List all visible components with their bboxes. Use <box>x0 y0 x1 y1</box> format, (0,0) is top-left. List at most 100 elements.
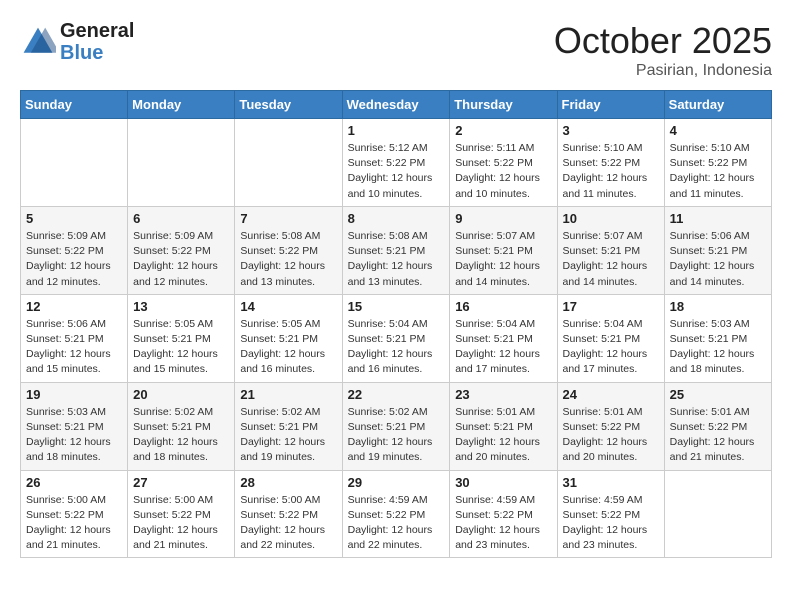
day-number: 4 <box>670 123 766 138</box>
calendar-cell: 22Sunrise: 5:02 AMSunset: 5:21 PMDayligh… <box>342 382 450 470</box>
calendar-cell: 5 Sunrise: 5:09 AMSunset: 5:22 PMDaylight… <box>21 206 128 294</box>
day-number: 13 <box>133 299 229 314</box>
day-number: 24 <box>563 387 659 402</box>
day-info: Sunrise: 5:04 AMSunset: 5:21 PMDaylight:… <box>455 317 551 378</box>
day-header-wednesday: Wednesday <box>342 91 450 119</box>
day-info: Sunrise: 5:10 AMSunset: 5:22 PMDaylight:… <box>563 141 659 202</box>
calendar-cell <box>128 119 235 207</box>
calendar-cell: 16 Sunrise: 5:04 AMSunset: 5:21 PMDayligh… <box>450 294 557 382</box>
day-number: 27 <box>133 475 229 490</box>
calendar-cell: 17Sunrise: 5:04 AMSunset: 5:21 PMDayligh… <box>557 294 664 382</box>
calendar-week-2: 5 Sunrise: 5:09 AMSunset: 5:22 PMDaylight… <box>21 206 772 294</box>
day-number: 1 <box>348 123 445 138</box>
day-info: Sunrise: 4:59 AMSunset: 5:22 PMDaylight:… <box>563 493 659 554</box>
calendar-cell: 27Sunrise: 5:00 AMSunset: 5:22 PMDayligh… <box>128 470 235 558</box>
calendar-cell: 12 Sunrise: 5:06 AMSunset: 5:21 PMDayligh… <box>21 294 128 382</box>
day-info: Sunrise: 5:00 AMSunset: 5:22 PMDaylight:… <box>26 493 122 554</box>
title-block: October 2025 Pasirian, Indonesia <box>554 20 772 80</box>
month-title: October 2025 <box>554 20 772 62</box>
day-info: Sunrise: 5:02 AMSunset: 5:21 PMDaylight:… <box>133 405 229 466</box>
day-number: 20 <box>133 387 229 402</box>
day-info: Sunrise: 5:09 AMSunset: 5:22 PMDaylight:… <box>26 229 122 290</box>
calendar-cell <box>21 119 128 207</box>
day-info: Sunrise: 5:07 AMSunset: 5:21 PMDaylight:… <box>455 229 551 290</box>
day-header-friday: Friday <box>557 91 664 119</box>
day-number: 7 <box>240 211 336 226</box>
logo: General Blue <box>20 20 134 64</box>
calendar-cell: 11 Sunrise: 5:06 AMSunset: 5:21 PMDayligh… <box>664 206 771 294</box>
calendar-header-row: SundayMondayTuesdayWednesdayThursdayFrid… <box>21 91 772 119</box>
day-info: Sunrise: 5:08 AMSunset: 5:21 PMDaylight:… <box>348 229 445 290</box>
calendar-cell: 8 Sunrise: 5:08 AMSunset: 5:21 PMDaylight… <box>342 206 450 294</box>
day-info: Sunrise: 4:59 AMSunset: 5:22 PMDaylight:… <box>455 493 551 554</box>
day-number: 12 <box>26 299 122 314</box>
page-header: General Blue October 2025 Pasirian, Indo… <box>20 20 772 80</box>
day-number: 28 <box>240 475 336 490</box>
day-number: 9 <box>455 211 551 226</box>
day-info: Sunrise: 5:02 AMSunset: 5:21 PMDaylight:… <box>240 405 336 466</box>
calendar-cell: 20 Sunrise: 5:02 AMSunset: 5:21 PMDayligh… <box>128 382 235 470</box>
day-number: 8 <box>348 211 445 226</box>
day-info: Sunrise: 4:59 AMSunset: 5:22 PMDaylight:… <box>348 493 445 554</box>
day-number: 14 <box>240 299 336 314</box>
day-info: Sunrise: 5:09 AMSunset: 5:22 PMDaylight:… <box>133 229 229 290</box>
day-info: Sunrise: 5:05 AMSunset: 5:21 PMDaylight:… <box>133 317 229 378</box>
day-info: Sunrise: 5:06 AMSunset: 5:21 PMDaylight:… <box>670 229 766 290</box>
calendar-cell <box>235 119 342 207</box>
calendar-cell: 6 Sunrise: 5:09 AMSunset: 5:22 PMDaylight… <box>128 206 235 294</box>
day-info: Sunrise: 5:06 AMSunset: 5:21 PMDaylight:… <box>26 317 122 378</box>
day-number: 31 <box>563 475 659 490</box>
day-info: Sunrise: 5:00 AMSunset: 5:22 PMDaylight:… <box>240 493 336 554</box>
calendar-cell: 21 Sunrise: 5:02 AMSunset: 5:21 PMDayligh… <box>235 382 342 470</box>
calendar-week-1: 1 Sunrise: 5:12 AMSunset: 5:22 PMDaylight… <box>21 119 772 207</box>
day-info: Sunrise: 5:08 AMSunset: 5:22 PMDaylight:… <box>240 229 336 290</box>
logo-icon <box>20 24 56 60</box>
day-header-thursday: Thursday <box>450 91 557 119</box>
day-number: 19 <box>26 387 122 402</box>
calendar-week-5: 26 Sunrise: 5:00 AMSunset: 5:22 PMDayligh… <box>21 470 772 558</box>
day-info: Sunrise: 5:01 AMSunset: 5:22 PMDaylight:… <box>670 405 766 466</box>
day-info: Sunrise: 5:07 AMSunset: 5:21 PMDaylight:… <box>563 229 659 290</box>
day-number: 5 <box>26 211 122 226</box>
calendar-cell: 9 Sunrise: 5:07 AMSunset: 5:21 PMDaylight… <box>450 206 557 294</box>
calendar-cell: 13 Sunrise: 5:05 AMSunset: 5:21 PMDayligh… <box>128 294 235 382</box>
calendar-cell: 14 Sunrise: 5:05 AMSunset: 5:21 PMDayligh… <box>235 294 342 382</box>
location-title: Pasirian, Indonesia <box>554 62 772 80</box>
calendar-cell <box>664 470 771 558</box>
calendar-cell: 25 Sunrise: 5:01 AMSunset: 5:22 PMDayligh… <box>664 382 771 470</box>
calendar-cell: 2 Sunrise: 5:11 AMSunset: 5:22 PMDaylight… <box>450 119 557 207</box>
day-number: 30 <box>455 475 551 490</box>
day-number: 22 <box>348 387 445 402</box>
day-number: 10 <box>563 211 659 226</box>
day-number: 29 <box>348 475 445 490</box>
day-info: Sunrise: 5:05 AMSunset: 5:21 PMDaylight:… <box>240 317 336 378</box>
day-header-saturday: Saturday <box>664 91 771 119</box>
day-number: 16 <box>455 299 551 314</box>
day-number: 2 <box>455 123 551 138</box>
day-number: 6 <box>133 211 229 226</box>
day-info: Sunrise: 5:10 AMSunset: 5:22 PMDaylight:… <box>670 141 766 202</box>
calendar-cell: 23 Sunrise: 5:01 AMSunset: 5:21 PMDayligh… <box>450 382 557 470</box>
calendar-cell: 15Sunrise: 5:04 AMSunset: 5:21 PMDayligh… <box>342 294 450 382</box>
day-number: 18 <box>670 299 766 314</box>
calendar-cell: 30 Sunrise: 4:59 AMSunset: 5:22 PMDayligh… <box>450 470 557 558</box>
calendar-cell: 7 Sunrise: 5:08 AMSunset: 5:22 PMDaylight… <box>235 206 342 294</box>
calendar-week-4: 19Sunrise: 5:03 AMSunset: 5:21 PMDayligh… <box>21 382 772 470</box>
day-info: Sunrise: 5:01 AMSunset: 5:21 PMDaylight:… <box>455 405 551 466</box>
day-number: 21 <box>240 387 336 402</box>
calendar-cell: 29 Sunrise: 4:59 AMSunset: 5:22 PMDayligh… <box>342 470 450 558</box>
day-info: Sunrise: 5:11 AMSunset: 5:22 PMDaylight:… <box>455 141 551 202</box>
calendar-table: SundayMondayTuesdayWednesdayThursdayFrid… <box>20 90 772 558</box>
calendar-cell: 28 Sunrise: 5:00 AMSunset: 5:22 PMDayligh… <box>235 470 342 558</box>
calendar-cell: 31 Sunrise: 4:59 AMSunset: 5:22 PMDayligh… <box>557 470 664 558</box>
day-header-sunday: Sunday <box>21 91 128 119</box>
calendar-cell: 4 Sunrise: 5:10 AMSunset: 5:22 PMDaylight… <box>664 119 771 207</box>
day-number: 23 <box>455 387 551 402</box>
day-number: 25 <box>670 387 766 402</box>
day-number: 11 <box>670 211 766 226</box>
day-number: 3 <box>563 123 659 138</box>
day-info: Sunrise: 5:12 AMSunset: 5:22 PMDaylight:… <box>348 141 445 202</box>
day-header-monday: Monday <box>128 91 235 119</box>
day-number: 26 <box>26 475 122 490</box>
calendar-cell: 3 Sunrise: 5:10 AMSunset: 5:22 PMDaylight… <box>557 119 664 207</box>
